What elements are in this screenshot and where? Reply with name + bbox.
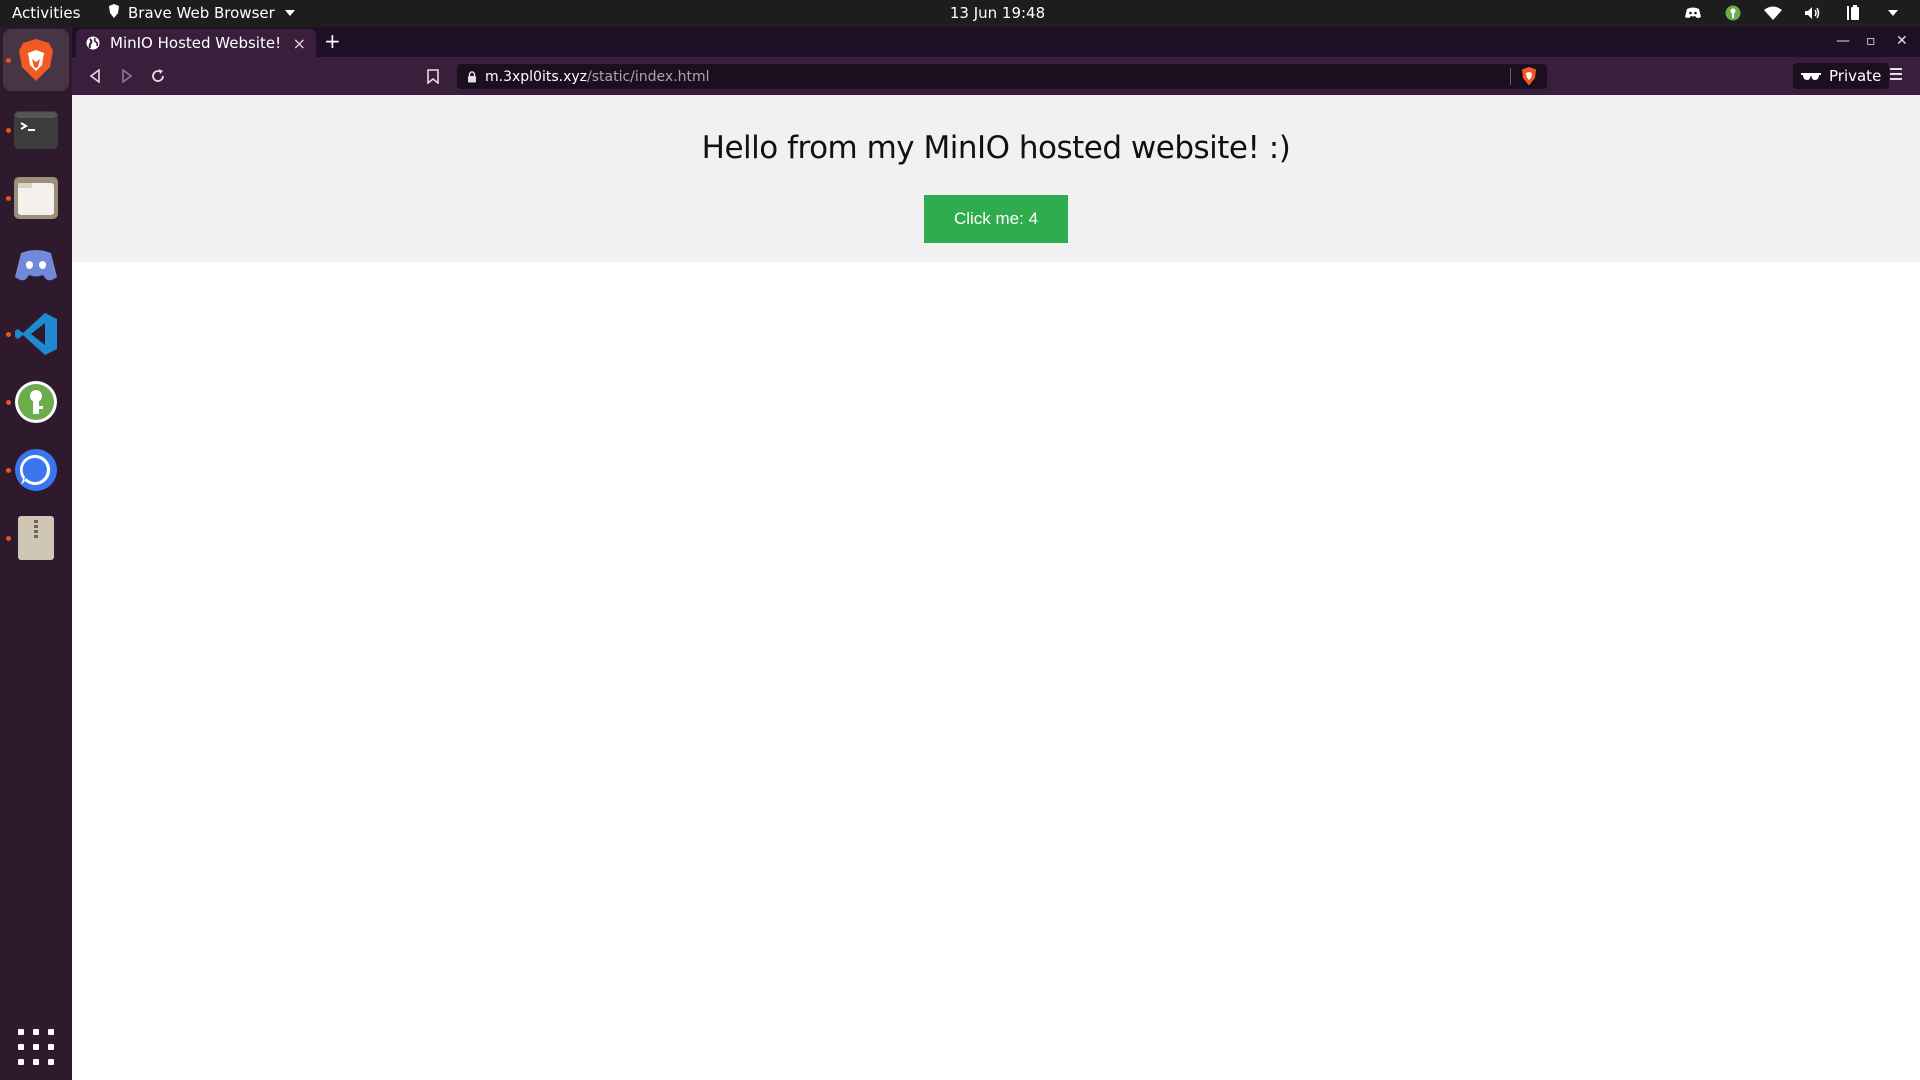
globe-icon	[86, 36, 100, 50]
clock[interactable]: 13 Jun 19:48	[950, 4, 1045, 22]
discord-tray-icon[interactable]	[1684, 4, 1702, 22]
system-tray	[1684, 4, 1902, 22]
dock-item-keepassxc[interactable]	[0, 371, 72, 433]
address-bar[interactable]: m.3xpl0its.xyz/static/index.html	[457, 64, 1547, 89]
maximize-window-icon[interactable]: ▫	[1866, 33, 1876, 49]
running-indicator	[6, 536, 11, 541]
vscode-icon	[15, 313, 57, 355]
close-tab-icon[interactable]: ×	[293, 34, 306, 53]
volume-icon[interactable]	[1804, 4, 1822, 22]
brave-lion-icon	[19, 39, 53, 81]
keepassxc-icon	[15, 381, 57, 423]
new-tab-button[interactable]: +	[324, 30, 341, 52]
forward-button[interactable]	[118, 67, 136, 85]
dock-item-brave[interactable]	[3, 29, 69, 91]
app-menu-label: Brave Web Browser	[128, 4, 275, 22]
bookmark-icon	[427, 68, 439, 84]
app-menu[interactable]: Brave Web Browser	[108, 4, 295, 22]
minimize-window-icon[interactable]: —	[1836, 33, 1850, 49]
archive-manager-icon	[18, 516, 54, 560]
url-text: m.3xpl0its.xyz/static/index.html	[485, 69, 710, 85]
running-indicator	[6, 128, 11, 133]
running-indicator	[6, 332, 11, 337]
browser-toolbar: m.3xpl0its.xyz/static/index.html Private	[72, 57, 1920, 95]
forward-arrow-icon	[122, 69, 133, 83]
keepassxc-tray-icon[interactable]	[1724, 4, 1742, 22]
gnome-top-bar: Activities Brave Web Browser 13 Jun 19:4…	[0, 0, 1920, 27]
private-window-badge[interactable]: Private	[1793, 63, 1890, 89]
chevron-down-icon[interactable]	[1884, 4, 1902, 22]
show-applications-icon[interactable]	[18, 1029, 54, 1065]
private-label: Private	[1829, 67, 1882, 85]
url-host: m.3xpl0its.xyz	[485, 68, 588, 85]
click-counter-button[interactable]: Click me: 4	[924, 195, 1068, 243]
bookmark-button[interactable]	[424, 67, 442, 85]
back-arrow-icon	[89, 69, 100, 83]
running-indicator	[6, 468, 11, 473]
running-indicator	[6, 196, 11, 201]
reload-button[interactable]	[149, 67, 167, 85]
page-heading: Hello from my MinIO hosted website! :)	[701, 130, 1291, 166]
running-indicator	[6, 58, 11, 63]
brave-browser-window: MinIO Hosted Website! × + — ▫ ✕ m.3xpl0i…	[72, 27, 1920, 1080]
back-button[interactable]	[86, 67, 104, 85]
brave-small-icon	[108, 4, 120, 22]
tab-strip: MinIO Hosted Website! × + — ▫ ✕	[72, 27, 1920, 57]
dock-item-vscode[interactable]	[0, 303, 72, 365]
hamburger-menu-icon[interactable]	[1890, 68, 1904, 82]
dock-item-discord[interactable]	[0, 235, 72, 297]
lock-icon[interactable]	[467, 70, 477, 83]
dock-item-signal[interactable]	[0, 439, 72, 501]
close-window-icon[interactable]: ✕	[1896, 33, 1908, 49]
url-path: /static/index.html	[587, 68, 710, 85]
discord-icon	[15, 250, 57, 281]
signal-icon	[15, 449, 57, 491]
files-icon	[14, 177, 58, 219]
activities-button[interactable]: Activities	[12, 4, 80, 22]
private-glasses-icon	[1801, 73, 1821, 80]
dock-item-archive-manager[interactable]	[0, 507, 72, 569]
tab-minio-website[interactable]: MinIO Hosted Website! ×	[76, 29, 316, 57]
terminal-icon	[14, 111, 58, 149]
wifi-icon[interactable]	[1764, 4, 1782, 22]
battery-icon[interactable]	[1844, 4, 1862, 22]
address-bar-divider	[1510, 68, 1511, 85]
running-indicator	[6, 400, 11, 405]
hero-section: Hello from my MinIO hosted website! :) C…	[72, 95, 1920, 262]
web-page-content: Hello from my MinIO hosted website! :) C…	[72, 95, 1920, 1080]
chevron-down-icon	[284, 10, 295, 16]
dock-item-files[interactable]	[0, 167, 72, 229]
reload-icon	[152, 69, 164, 82]
dock-item-terminal[interactable]	[0, 99, 72, 161]
ubuntu-dock	[0, 27, 72, 1080]
tab-title: MinIO Hosted Website!	[110, 34, 282, 52]
brave-shields-icon[interactable]	[1521, 67, 1537, 86]
